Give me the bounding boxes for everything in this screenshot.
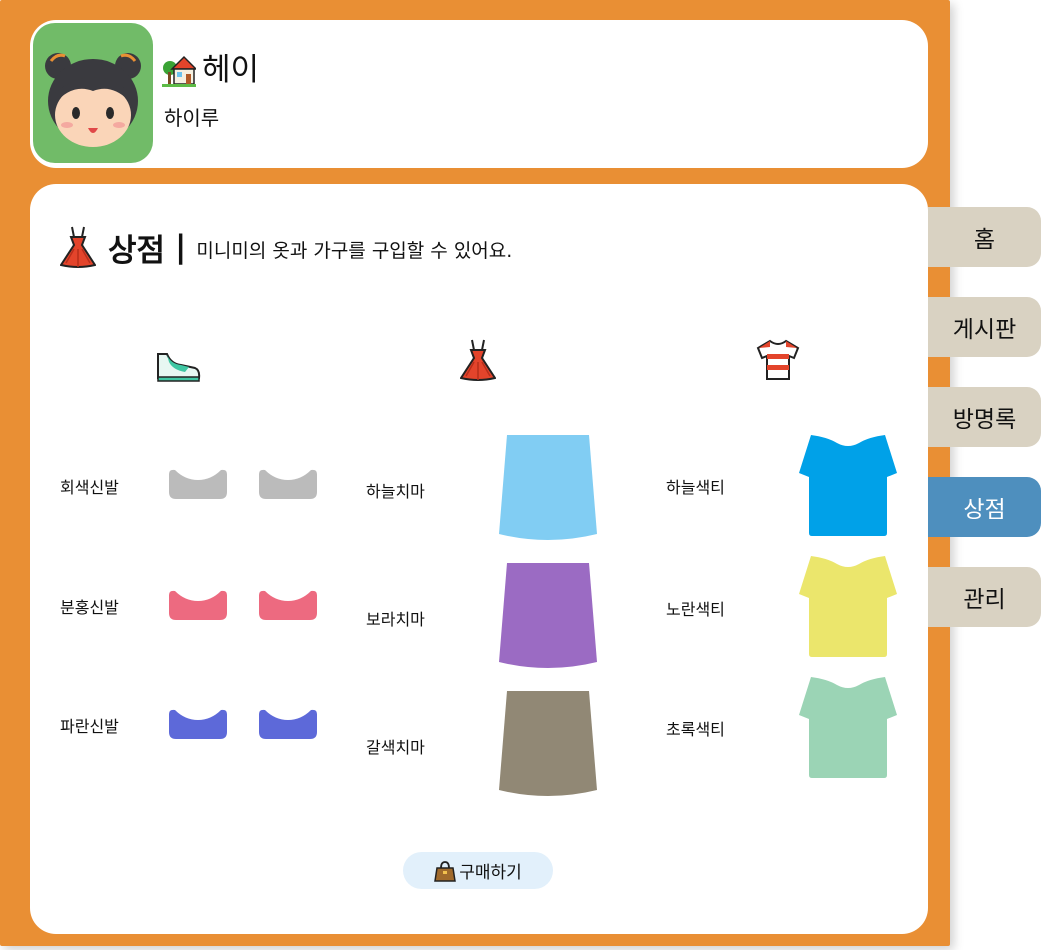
tshirt-icon [756,339,800,380]
tab-manage[interactable]: 관리 [928,567,1041,627]
shoe-gray-left[interactable] [167,468,229,500]
skirt-purple[interactable] [497,562,599,672]
profile-subtitle: 하이루 [164,106,220,130]
tab-board[interactable]: 게시판 [928,297,1041,357]
sneaker-icon [157,353,201,382]
shoe-gray-right[interactable] [257,468,319,500]
tab-shop[interactable]: 상점 [928,477,1041,537]
tab-board-label: 게시판 [952,317,1017,343]
tab-home-label: 홈 [973,227,996,253]
tab-shop-label: 상점 [963,497,1006,523]
title-separator: | [175,229,187,265]
shoe-pink-right[interactable] [257,589,319,621]
tshirt-yellow[interactable] [797,554,899,658]
shoe-blue-left[interactable] [167,708,229,740]
tshirt-green[interactable] [797,675,899,779]
item-label-skyblue-skirt: 하늘치마 [366,482,425,501]
skirt-skyblue[interactable] [497,434,599,544]
profile-title-row: 헤이 [162,52,259,88]
house-with-garden-icon [162,55,196,87]
tab-manage-label: 관리 [963,587,1006,613]
shop-header: 상점 | 미니미의 옷과 가구를 구입할 수 있어요. [60,224,512,270]
item-label-skyblue-tshirt: 하늘색티 [666,478,725,497]
shoe-pink-left[interactable] [167,589,229,621]
item-label-brown-skirt: 갈색치마 [366,738,425,757]
tshirt-skyblue[interactable] [797,433,899,537]
item-label-pink-shoes: 분홍신발 [60,598,119,617]
skirt-brown[interactable] [497,690,599,800]
item-label-gray-shoes: 회색신발 [60,478,119,497]
tab-guestbook-label: 방명록 [952,407,1017,433]
shop-description: 미니미의 옷과 가구를 구입할 수 있어요. [196,239,513,262]
shoe-blue-right[interactable] [257,708,319,740]
item-label-purple-skirt: 보라치마 [366,610,425,629]
item-label-blue-shoes: 파란신발 [60,717,119,736]
tab-guestbook[interactable]: 방명록 [928,387,1041,447]
item-label-yellow-tshirt: 노란색티 [666,600,725,619]
shop-title: 상점 [108,232,166,269]
buy-button[interactable]: 구매하기 [403,852,553,889]
avatar [33,23,153,163]
shop-panel [30,184,928,934]
profile-header [30,20,928,168]
profile-name: 헤이 [202,52,260,88]
dress-icon [460,339,496,381]
handbag-icon [434,860,457,882]
tab-home[interactable]: 홈 [928,207,1041,267]
buy-button-label: 구매하기 [459,863,522,883]
item-label-green-tshirt: 초록색티 [666,720,725,739]
dress-icon [60,226,96,268]
